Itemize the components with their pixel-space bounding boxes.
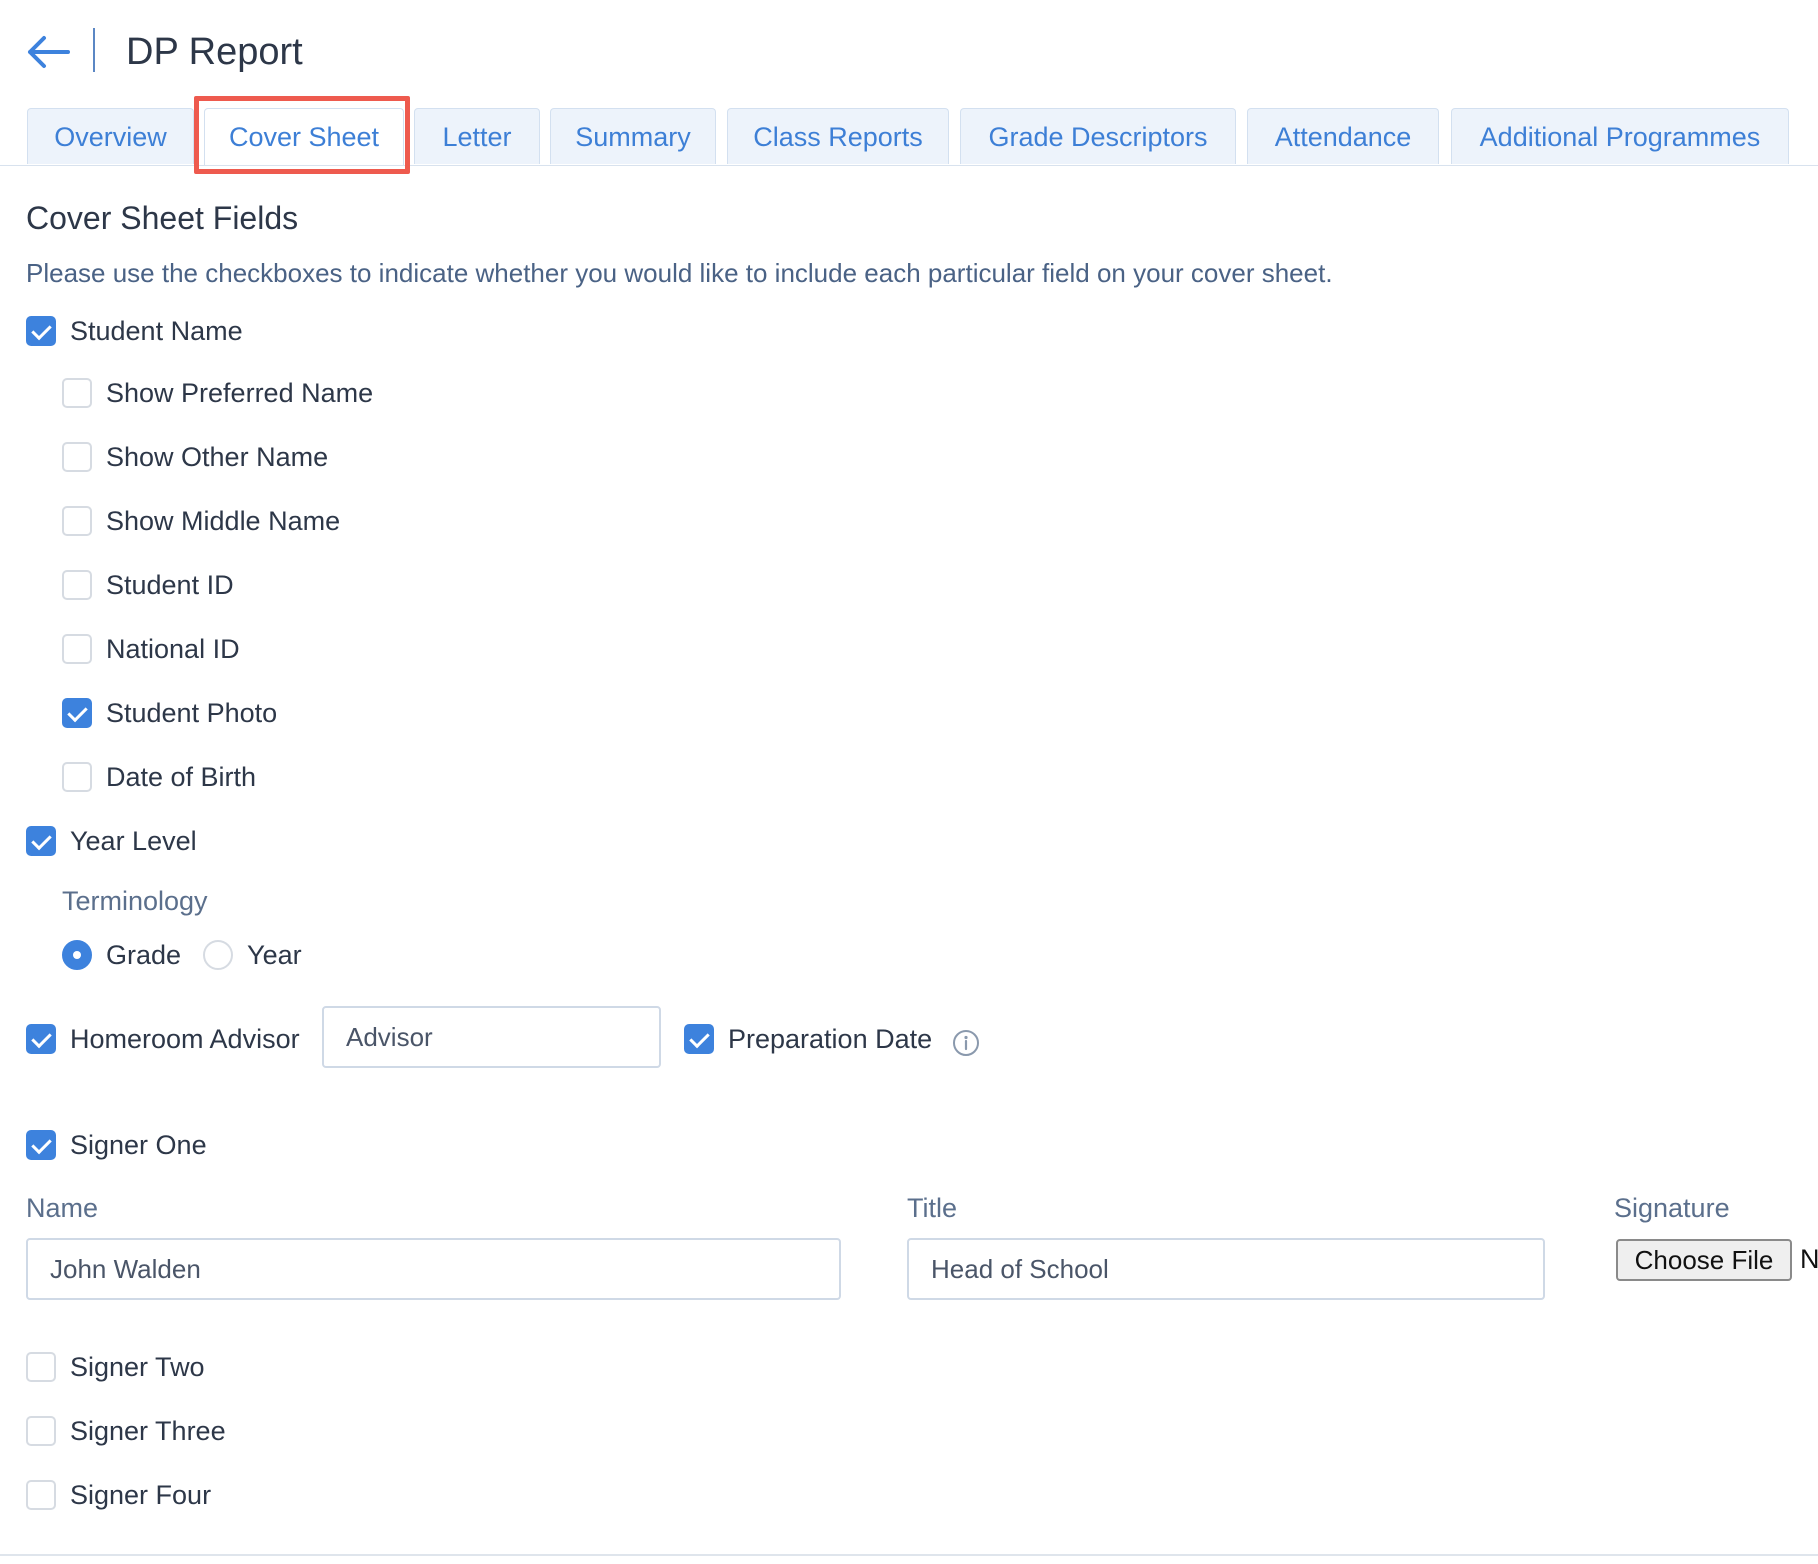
terminology-label: Terminology [62, 886, 208, 916]
show-other-name-checkbox[interactable] [62, 442, 92, 472]
show-middle-name-checkbox[interactable] [62, 506, 92, 536]
signer-four-row: Signer Four [26, 1478, 211, 1512]
student-photo-label: Student Photo [106, 697, 278, 728]
tab-letter[interactable]: Letter [414, 108, 540, 164]
student-photo-row: Student Photo [62, 696, 277, 730]
show-preferred-name-checkbox[interactable] [62, 378, 92, 408]
student-id-row: Student ID [62, 568, 234, 602]
student-id-label: Student ID [106, 569, 234, 600]
page-title: DP Report [126, 31, 303, 73]
tab-grade-descriptors[interactable]: Grade Descriptors [960, 108, 1236, 164]
preparation-date-row: Preparation Date [684, 1022, 932, 1056]
tab-bar: Overview Cover Sheet Letter Summary Clas… [0, 108, 1818, 166]
year-radio[interactable] [203, 940, 234, 970]
tab-additional-programmes[interactable]: Additional Programmes [1451, 108, 1789, 164]
signer-one-row: Signer One [26, 1128, 207, 1162]
tab-baseline [0, 165, 1818, 166]
tab-overview[interactable]: Overview [27, 108, 194, 164]
signer-three-row: Signer Three [26, 1414, 226, 1448]
signer-title-input[interactable] [907, 1238, 1545, 1300]
show-preferred-name-label: Show Preferred Name [106, 377, 374, 408]
homeroom-advisor-label: Homeroom Advisor [70, 1023, 300, 1054]
signer-four-checkbox[interactable] [26, 1480, 56, 1510]
tab-summary[interactable]: Summary [550, 108, 716, 164]
signer-four-label: Signer Four [70, 1479, 212, 1510]
homeroom-advisor-row: Homeroom Advisor [26, 1022, 300, 1056]
signer-three-label: Signer Three [70, 1415, 226, 1446]
signer-title-label: Title [907, 1193, 958, 1223]
student-photo-checkbox[interactable] [62, 698, 92, 728]
year-level-row: Year Level [26, 824, 197, 858]
info-icon[interactable] [952, 1029, 980, 1057]
homeroom-advisor-checkbox[interactable] [26, 1024, 56, 1054]
student-name-row: Student Name [26, 314, 243, 348]
choose-file-button[interactable]: Choose File [1616, 1239, 1792, 1281]
show-middle-name-label: Show Middle Name [106, 505, 341, 536]
signer-name-label: Name [26, 1193, 99, 1223]
back-button[interactable] [24, 30, 72, 74]
date-of-birth-row: Date of Birth [62, 760, 256, 794]
header-divider [93, 28, 95, 72]
grade-radio-label: Grade [106, 939, 182, 970]
signature-label: Signature [1614, 1193, 1730, 1223]
file-status-text: N [1800, 1244, 1818, 1274]
tab-class-reports[interactable]: Class Reports [727, 108, 949, 164]
section-title: Cover Sheet Fields [26, 200, 299, 236]
terminology-radio-group: Grade Year [62, 938, 324, 972]
homeroom-advisor-input[interactable] [322, 1006, 661, 1068]
signer-two-row: Signer Two [26, 1350, 205, 1384]
national-id-row: National ID [62, 632, 240, 666]
show-other-name-label: Show Other Name [106, 441, 329, 472]
year-level-label: Year Level [70, 825, 197, 856]
student-id-checkbox[interactable] [62, 570, 92, 600]
signer-name-input[interactable] [26, 1238, 841, 1300]
preparation-date-label: Preparation Date [728, 1023, 933, 1054]
signer-three-checkbox[interactable] [26, 1416, 56, 1446]
grade-radio[interactable] [62, 940, 92, 970]
national-id-checkbox[interactable] [62, 634, 92, 664]
year-level-checkbox[interactable] [26, 826, 56, 856]
section-description: Please use the checkboxes to indicate wh… [26, 258, 1333, 288]
page-header: DP Report [0, 0, 1818, 100]
date-of-birth-label: Date of Birth [106, 761, 257, 792]
national-id-label: National ID [106, 633, 240, 664]
back-arrow-icon [28, 36, 70, 68]
tab-cover-sheet[interactable]: Cover Sheet [204, 108, 404, 166]
signer-one-label: Signer One [70, 1129, 207, 1160]
show-preferred-name-row: Show Preferred Name [62, 376, 373, 410]
signer-one-checkbox[interactable] [26, 1130, 56, 1160]
signer-two-checkbox[interactable] [26, 1352, 56, 1382]
year-radio-label: Year [247, 939, 302, 970]
tab-attendance[interactable]: Attendance [1247, 108, 1439, 164]
preparation-date-checkbox[interactable] [684, 1024, 714, 1054]
show-middle-name-row: Show Middle Name [62, 504, 340, 538]
date-of-birth-checkbox[interactable] [62, 762, 92, 792]
student-name-checkbox[interactable] [26, 316, 56, 346]
student-name-label: Student Name [70, 315, 243, 346]
show-other-name-row: Show Other Name [62, 440, 328, 474]
bottom-divider [0, 1554, 1818, 1556]
signer-two-label: Signer Two [70, 1351, 205, 1382]
